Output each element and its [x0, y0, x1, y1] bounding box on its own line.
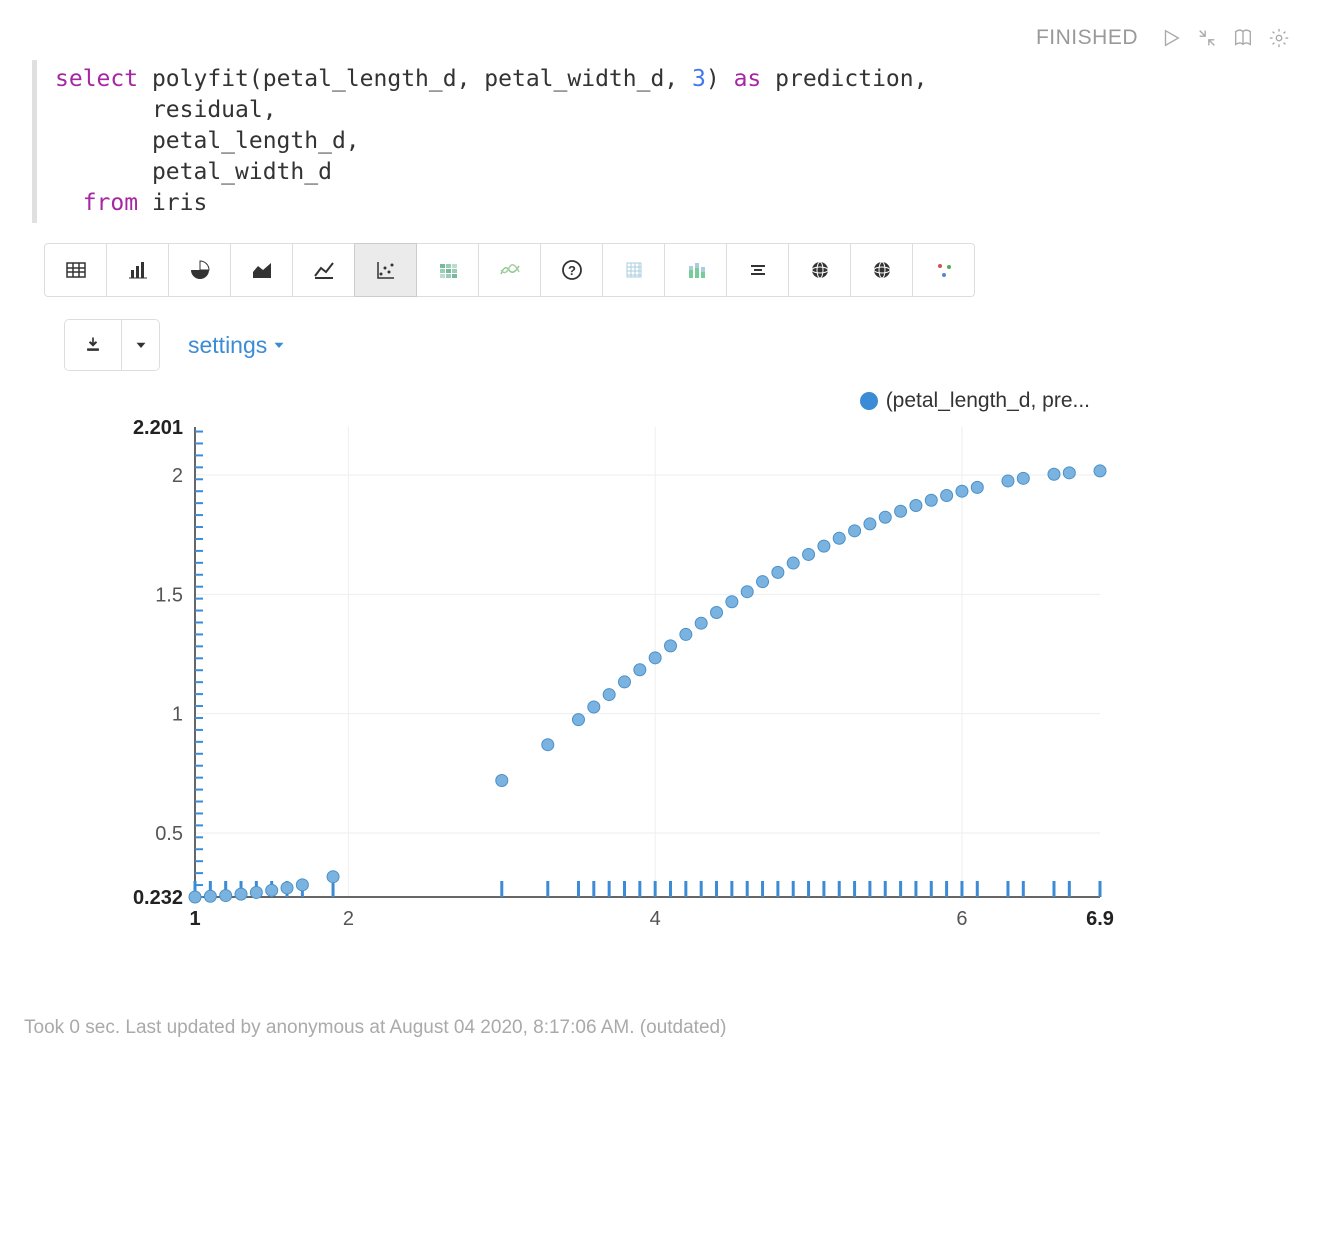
viz-help-icon[interactable]: ?: [540, 243, 603, 297]
download-group: [64, 319, 160, 371]
code-fn: polyfit: [152, 66, 249, 92]
code-args: (petal_length_d, petal_width_d,: [249, 66, 692, 92]
code-num: 3: [692, 66, 706, 92]
code-line4: petal_width_d: [152, 159, 332, 185]
chart-legend[interactable]: (petal_length_d, pre...: [860, 389, 1090, 413]
scatter-chart: 0.5 1 1.5 2 0.232 2.201 2 4 6 1 6.9: [100, 397, 1120, 957]
viz-grid-icon[interactable]: [602, 243, 665, 297]
book-icon[interactable]: [1232, 27, 1254, 49]
viz-toolbar: ?: [44, 243, 1310, 297]
viz-spline-icon[interactable]: [478, 243, 541, 297]
legend-label: (petal_length_d, pre...: [886, 389, 1090, 413]
cell-status: FINISHED: [1036, 26, 1138, 50]
code-table: iris: [152, 190, 207, 216]
viz-paragraph-icon[interactable]: [726, 243, 789, 297]
download-caret[interactable]: [121, 320, 159, 370]
legend-dot-icon: [860, 392, 878, 410]
svg-text:2: 2: [172, 465, 183, 487]
svg-text:2.201: 2.201: [133, 417, 183, 439]
viz-globe2-icon[interactable]: [850, 243, 913, 297]
kw-from: from: [83, 190, 138, 216]
svg-text:1.5: 1.5: [155, 585, 183, 607]
collapse-icon[interactable]: [1196, 27, 1218, 49]
svg-text:0.5: 0.5: [155, 823, 183, 845]
svg-text:4: 4: [650, 908, 661, 930]
kw-select: select: [55, 66, 138, 92]
download-button[interactable]: [65, 320, 121, 370]
run-icon[interactable]: [1160, 27, 1182, 49]
svg-text:1: 1: [172, 704, 183, 726]
viz-bar-icon[interactable]: [106, 243, 169, 297]
code-alias: prediction,: [775, 66, 927, 92]
viz-area-icon[interactable]: [230, 243, 293, 297]
viz-network-icon[interactable]: [912, 243, 975, 297]
cell-top-bar: FINISHED: [20, 20, 1310, 60]
notebook-cell: FINISHED select polyfit(petal_length_d, …: [20, 20, 1310, 1059]
gear-icon[interactable]: [1268, 27, 1290, 49]
chart-area: (petal_length_d, pre... 0.511.520.2322.2…: [100, 397, 1120, 957]
code-line3: petal_length_d,: [152, 128, 360, 154]
settings-label: settings: [188, 332, 267, 359]
svg-text:6: 6: [956, 908, 967, 930]
svg-text:6.9: 6.9: [1086, 908, 1114, 930]
viz-line-icon[interactable]: [292, 243, 355, 297]
svg-text:1: 1: [189, 908, 200, 930]
viz-globe1-icon[interactable]: [788, 243, 851, 297]
svg-text:0.232: 0.232: [133, 887, 183, 909]
code-line2: residual,: [152, 97, 277, 123]
viz-table-icon[interactable]: [44, 243, 107, 297]
viz-scatter-icon[interactable]: [354, 243, 417, 297]
sub-toolbar: settings: [64, 319, 1310, 371]
svg-text:2: 2: [343, 908, 354, 930]
viz-heatmap-icon[interactable]: [416, 243, 479, 297]
viz-pie-icon[interactable]: [168, 243, 231, 297]
svg-text:?: ?: [568, 263, 576, 278]
settings-link[interactable]: settings: [188, 332, 285, 359]
code-editor[interactable]: select polyfit(petal_length_d, petal_wid…: [32, 60, 1290, 223]
kw-as: as: [734, 66, 762, 92]
cell-footer: Took 0 sec. Last updated by anonymous at…: [24, 1017, 1310, 1039]
code-close: ): [706, 66, 720, 92]
viz-stacked-icon[interactable]: [664, 243, 727, 297]
